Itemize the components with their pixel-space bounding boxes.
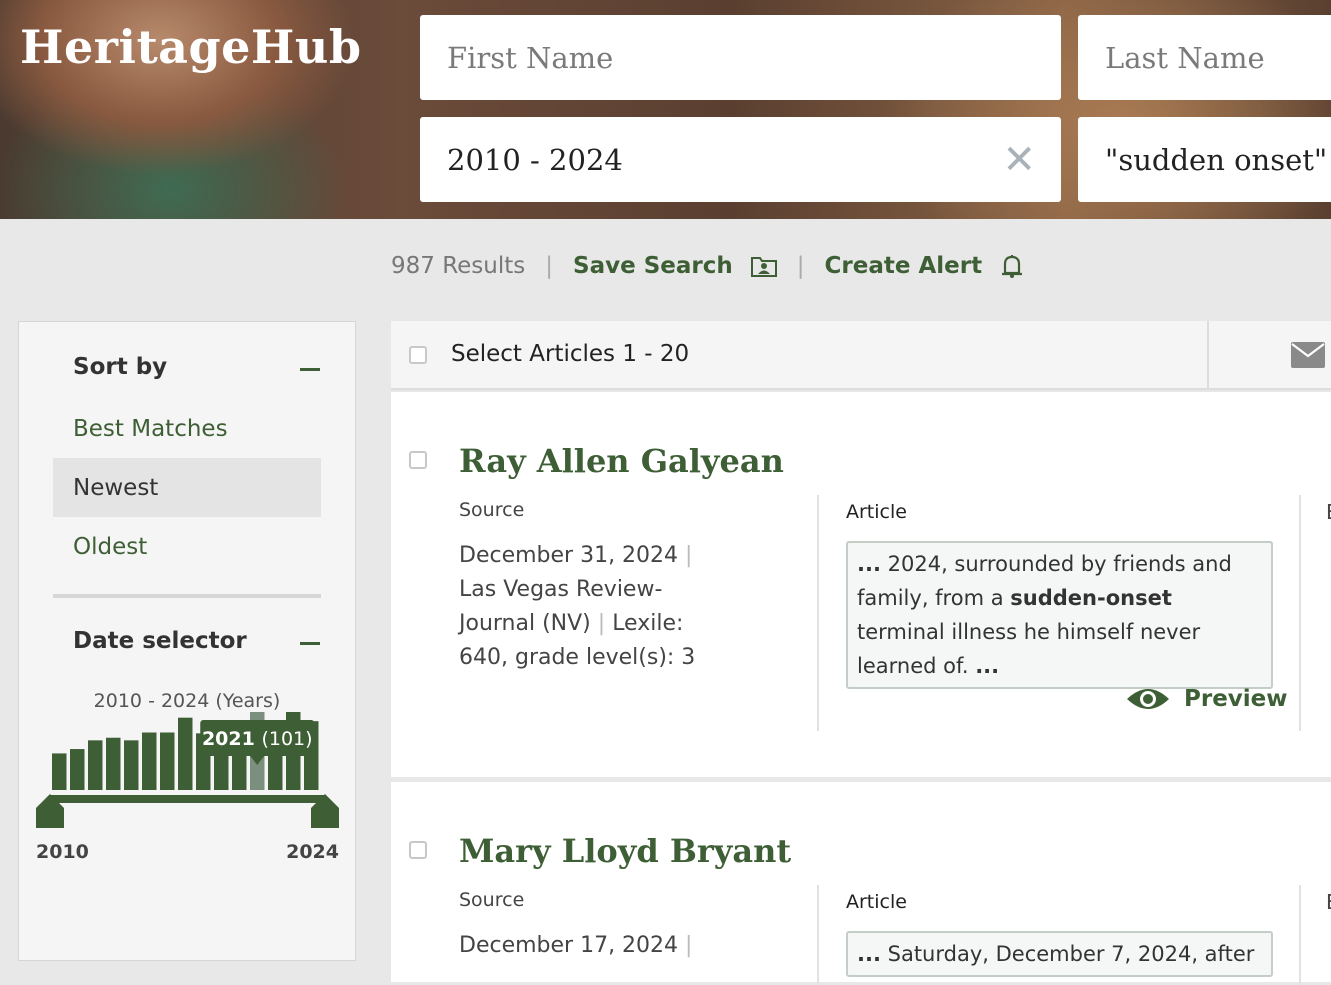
article-card: Mary Lloyd Bryant Source December 17, 20…: [391, 782, 1331, 985]
collapse-sort-icon[interactable]: [300, 368, 320, 371]
divider: [817, 885, 819, 985]
extra-column-label: E: [1326, 890, 1331, 914]
histogram-bar[interactable]: [142, 732, 157, 790]
divider: [53, 594, 321, 598]
article-label: Article: [846, 891, 907, 913]
separator: |: [685, 933, 693, 958]
folder-person-icon[interactable]: [750, 255, 777, 277]
select-all-checkbox[interactable]: [409, 346, 427, 364]
snippet-highlight: sudden-onset: [1010, 586, 1172, 610]
ellipsis: ...: [975, 654, 1000, 678]
snippet-text: Saturday, December 7, 2024, after: [887, 942, 1255, 966]
create-alert-button[interactable]: Create Alert: [825, 253, 983, 279]
extra-column-label: E: [1326, 500, 1331, 524]
results-count: 987 Results: [391, 253, 526, 279]
date-range-field[interactable]: ✕: [420, 117, 1061, 202]
last-name-field[interactable]: [1078, 15, 1331, 100]
select-articles-label: Select Articles 1 - 20: [451, 341, 690, 367]
article-label: Article: [846, 501, 907, 523]
results-list: Select Articles 1 - 20 Ray Allen Galyean…: [391, 321, 1331, 985]
article-card: Ray Allen Galyean Source December 31, 20…: [391, 392, 1331, 777]
source-label: Source: [459, 889, 525, 911]
separator: |: [545, 253, 554, 279]
sort-heading: Sort by: [73, 354, 168, 380]
histogram-bar[interactable]: [106, 737, 121, 790]
keyword-field[interactable]: [1078, 117, 1331, 202]
range-end-label: 2024: [286, 841, 339, 863]
date-range-input[interactable]: [445, 141, 1061, 178]
article-title-link[interactable]: Ray Allen Galyean: [459, 442, 784, 480]
ellipsis: ...: [857, 942, 881, 966]
search-header: HeritageHub ✕: [0, 0, 1331, 219]
results-toolbar: 987 Results | Save Search | Create Alert: [391, 253, 1024, 279]
histogram-bar[interactable]: [178, 717, 193, 790]
histogram-bar[interactable]: [88, 740, 103, 790]
eye-icon: [1127, 689, 1169, 709]
create-alert-label: Create Alert: [824, 253, 983, 279]
source-details: December 31, 2024 | Las Vegas Review-Jou…: [459, 539, 709, 675]
range-start-label: 2010: [36, 841, 89, 863]
article-checkbox[interactable]: [409, 451, 427, 469]
histogram-bar[interactable]: [70, 749, 85, 790]
publish-date: December 31, 2024: [459, 543, 679, 568]
histogram-bar[interactable]: [124, 740, 139, 790]
clear-icon[interactable]: ✕: [1002, 137, 1036, 183]
tooltip-text: 2021 (101): [202, 728, 313, 750]
last-name-input[interactable]: [1103, 39, 1331, 76]
save-search-button[interactable]: Save Search: [573, 253, 733, 279]
sort-option-oldest[interactable]: Oldest: [53, 517, 321, 576]
article-checkbox[interactable]: [409, 841, 427, 859]
ellipsis: ...: [857, 552, 881, 576]
first-name-field[interactable]: [420, 15, 1061, 100]
divider: [1299, 885, 1301, 985]
sort-option-label: Best Matches: [73, 415, 228, 442]
save-search-label: Save Search: [573, 253, 733, 279]
brand-logo[interactable]: HeritageHub: [20, 20, 362, 74]
selection-bar: Select Articles 1 - 20: [391, 321, 1331, 390]
date-selector-heading: Date selector: [73, 628, 247, 654]
preview-button[interactable]: Preview: [1126, 684, 1288, 714]
article-title-link[interactable]: Mary Lloyd Bryant: [459, 832, 791, 870]
histogram-bar[interactable]: [52, 753, 67, 790]
divider: [1299, 495, 1301, 731]
preview-label: Preview: [1184, 686, 1288, 712]
sort-option-label: Newest: [73, 474, 159, 501]
divider: [1207, 321, 1209, 390]
separator: |: [597, 611, 606, 636]
article-snippet: ... 2024, surrounded by friends and fami…: [846, 541, 1273, 689]
sort-option-newest[interactable]: Newest: [53, 458, 321, 517]
filter-sidebar: Sort by Best Matches Newest Oldest Date …: [18, 321, 356, 961]
range-track: [51, 795, 325, 803]
source-details: December 17, 2024 |: [459, 929, 709, 963]
separator: |: [796, 253, 805, 279]
publish-date: December 17, 2024: [459, 933, 679, 958]
bell-icon[interactable]: [1000, 253, 1024, 279]
envelope-icon[interactable]: [1291, 342, 1325, 368]
article-snippet: ... Saturday, December 7, 2024, after: [846, 931, 1273, 977]
snippet-text: terminal illness he himself never learne…: [857, 620, 1201, 678]
source-label: Source: [459, 499, 525, 521]
keyword-input[interactable]: [1103, 141, 1331, 178]
sort-option-best-matches[interactable]: Best Matches: [53, 399, 321, 458]
divider: [817, 495, 819, 731]
separator: |: [685, 543, 693, 568]
first-name-input[interactable]: [445, 39, 1061, 76]
histogram-bar[interactable]: [160, 732, 175, 790]
date-range-label: 2010 - 2024 (Years): [93, 690, 281, 712]
sort-option-label: Oldest: [73, 533, 148, 560]
collapse-date-icon[interactable]: [300, 642, 320, 645]
date-histogram[interactable]: 2010 2024 2021 (101): [19, 712, 355, 952]
